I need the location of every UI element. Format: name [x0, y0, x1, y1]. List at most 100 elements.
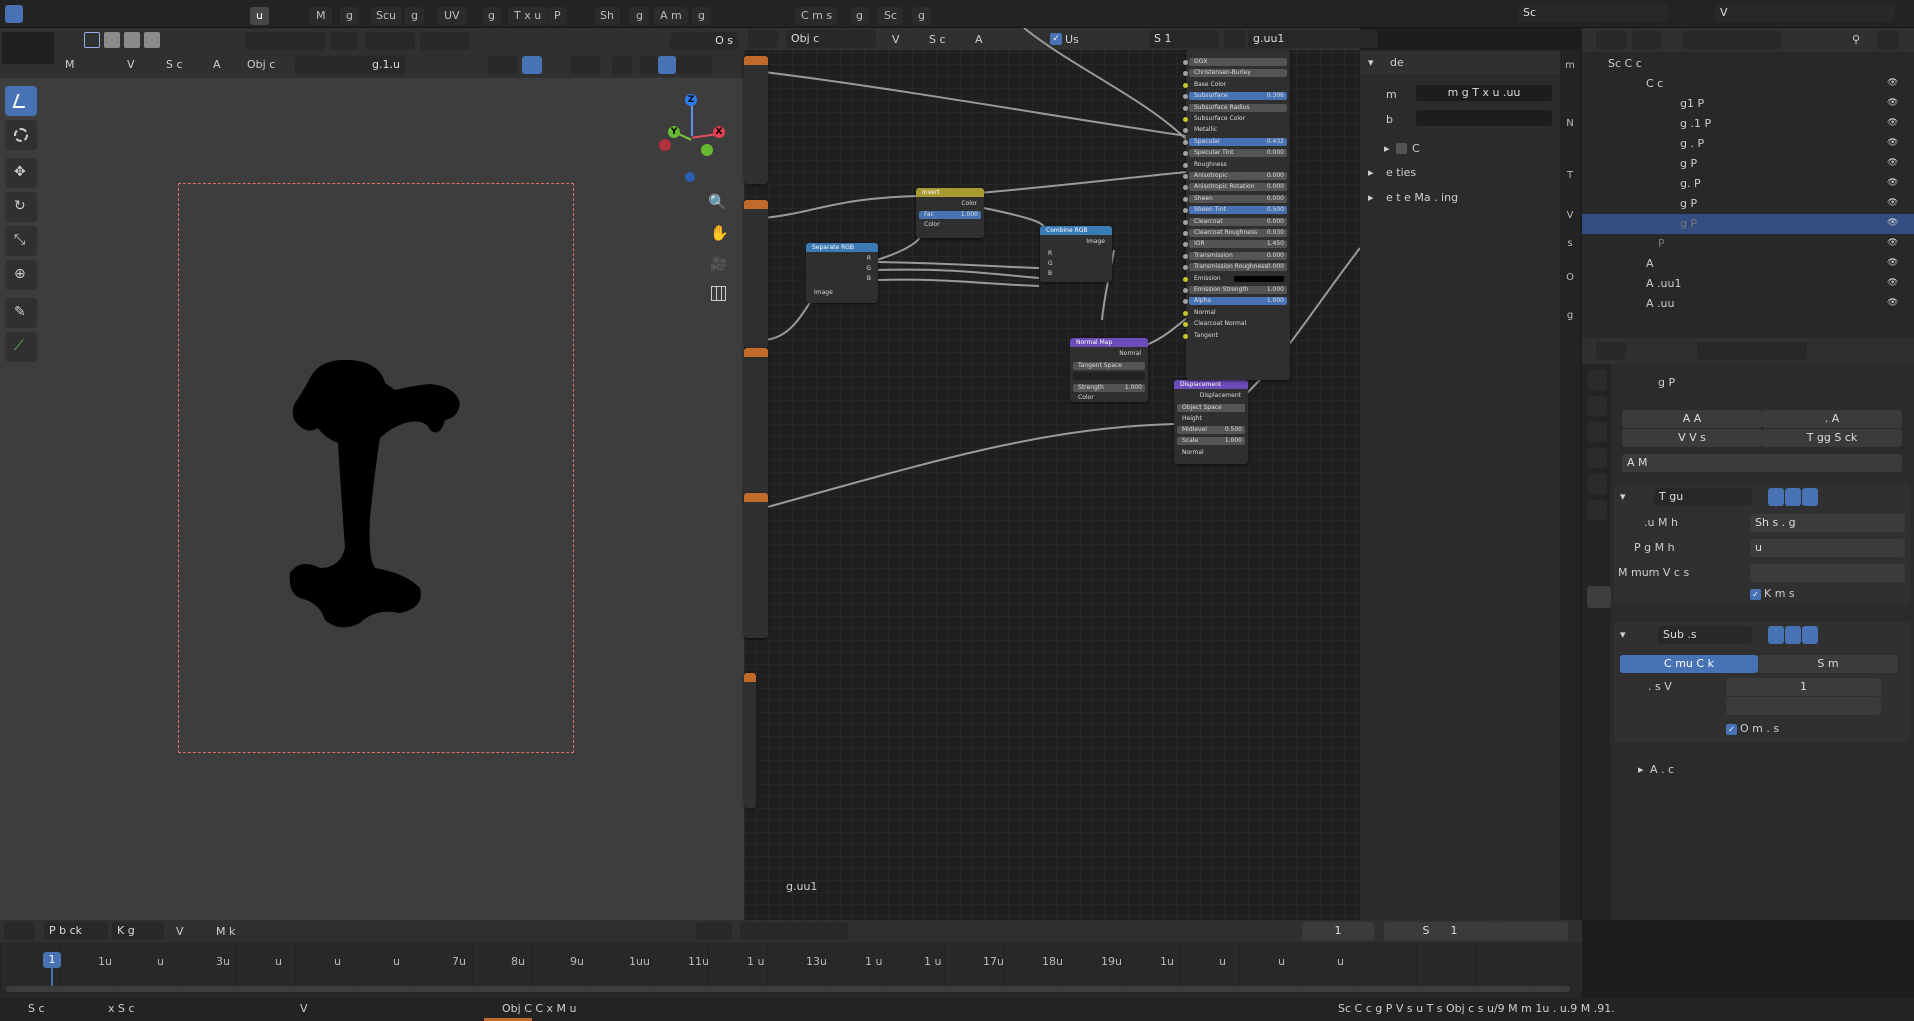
normal-map-space-dropdown[interactable]: Tangent Space [1073, 362, 1145, 370]
normal-map-node[interactable]: Normal Map Normal Tangent Space Strength… [1070, 338, 1148, 402]
timeline-scrollbar[interactable] [6, 986, 1570, 992]
socket-icon[interactable] [1183, 71, 1188, 77]
modifier-1-field-2[interactable]: u [1750, 539, 1905, 557]
socket-icon[interactable] [1183, 128, 1188, 134]
jump-end-button[interactable] [830, 922, 848, 940]
workspace-tab-4[interactable]: g [405, 7, 424, 25]
select-subtract-icon[interactable] [124, 32, 140, 48]
expand-arrow-icon[interactable]: ▸ [1384, 142, 1390, 155]
catmull-clark-tab[interactable]: C mu C k [1620, 655, 1758, 673]
workspace-tab-14[interactable]: g [850, 7, 869, 25]
modifier-2-name-field[interactable]: Sub .s [1658, 626, 1752, 644]
visibility-eye-icon[interactable]: 👁 [1887, 138, 1899, 148]
shading-solid[interactable] [658, 56, 676, 74]
socket-icon[interactable] [1183, 185, 1188, 191]
prev-key-button[interactable] [758, 922, 776, 940]
neg-y-axis-icon[interactable] [701, 144, 713, 156]
modifier-1-render-toggle[interactable] [1802, 488, 1818, 506]
modifier-1-field-3[interactable] [1750, 564, 1905, 582]
pan-hand-icon[interactable]: ✋ [710, 224, 729, 242]
levels-render-field[interactable] [1726, 697, 1881, 715]
viewport-menu-v[interactable]: V [127, 58, 135, 71]
shading-wire[interactable] [640, 56, 658, 74]
properties-arrow-icon[interactable]: ▸ [1368, 166, 1374, 179]
outliner-type-button[interactable] [1596, 31, 1626, 49]
neg-z-axis-icon[interactable] [685, 172, 695, 182]
visibility-eye-icon[interactable]: 👁 [1887, 178, 1899, 188]
snap-dropdown[interactable] [365, 32, 415, 50]
display-mode-dropdown[interactable] [1632, 31, 1662, 49]
playhead[interactable]: 1 [43, 952, 61, 968]
measure-tool[interactable]: ⟋ [5, 332, 37, 362]
timeline-marker-menu[interactable]: M k [216, 925, 235, 938]
principled-row-10[interactable]: Anisotropic 0.000 [1183, 172, 1287, 180]
principled-row-4[interactable]: Subsurface Radius [1183, 103, 1287, 112]
outliner-collection[interactable]: C c 👁 [1582, 74, 1914, 94]
workspace-tab-11[interactable]: A m [654, 7, 688, 25]
principled-row-0[interactable]: GGX [1183, 58, 1287, 66]
socket-icon[interactable] [1183, 208, 1188, 214]
properties-tab-5[interactable] [1587, 474, 1607, 494]
image-node-stub-3[interactable] [744, 348, 768, 503]
add-modifier-dropdown[interactable]: A M [1622, 454, 1902, 472]
modifier-2-render-toggle[interactable] [1802, 626, 1818, 644]
principled-row-7[interactable]: Specular 0.432 [1183, 137, 1287, 146]
play-button[interactable] [794, 922, 812, 940]
next-key-button[interactable] [812, 922, 830, 940]
apply-all-button[interactable]: A A [1622, 410, 1762, 428]
viewport-vis-button[interactable]: V V s [1622, 429, 1762, 447]
outliner-item-10[interactable]: A .uu 👁 [1582, 294, 1914, 314]
grid-icon[interactable] [711, 286, 726, 301]
properties-tab-4[interactable] [1587, 448, 1607, 468]
playback-dropdown[interactable]: P b ck [44, 922, 108, 940]
modifier-1-viewport-toggle[interactable] [1785, 488, 1801, 506]
color-checkbox[interactable] [1396, 143, 1407, 154]
workspace-tab-8[interactable]: P [548, 7, 567, 25]
principled-row-3[interactable]: Subsurface 0.306 [1183, 92, 1287, 101]
tab-o[interactable]: O [1562, 272, 1578, 283]
outliner-item-1[interactable]: g .1 P 👁 [1582, 114, 1914, 134]
modifier-1-name-field[interactable]: T gu [1654, 488, 1752, 506]
invert-node[interactable]: Invert Color Fac 1.000 Color [916, 188, 984, 238]
workspace-tab-6[interactable]: g [482, 7, 501, 25]
principled-row-14[interactable]: Clearcoat 0.000 [1183, 217, 1287, 226]
tab-n[interactable]: N [1562, 118, 1578, 129]
principled-row-8[interactable]: Specular Tint 0.000 [1183, 149, 1287, 158]
modifier-2-checkbox[interactable]: ✓ [1726, 724, 1737, 735]
move-tool[interactable]: ✥ [5, 158, 37, 188]
properties-tab-1[interactable] [1587, 370, 1607, 390]
modifier-1-editmode-toggle[interactable] [1768, 488, 1784, 506]
levels-viewport-field[interactable]: 1 [1726, 678, 1881, 696]
modifier-1-field-1[interactable]: Sh s . g [1750, 514, 1905, 532]
tab-m[interactable]: m [1562, 60, 1578, 71]
visibility-eye-icon[interactable]: 👁 [1887, 78, 1899, 88]
principled-row-21[interactable]: Alpha 1.000 [1183, 297, 1287, 306]
z-axis-icon[interactable]: Z [685, 94, 697, 106]
y-axis-icon[interactable]: Y [668, 126, 680, 138]
sidebar-name-field[interactable]: m g T x u .uu [1416, 85, 1552, 101]
visibility-eye-icon[interactable]: 👁 [1887, 238, 1899, 248]
modifier-2-collapse-icon[interactable]: ▾ [1620, 628, 1626, 641]
end-frame-field[interactable] [1496, 922, 1568, 940]
timeline-type-button[interactable] [4, 922, 34, 940]
play-reverse-button[interactable] [776, 922, 794, 940]
zoom-icon[interactable]: 🔍 [708, 193, 727, 211]
timeline-area[interactable]: P b ck K g V M k 1 S 1 1 [0, 920, 1582, 998]
viewport-area[interactable]: O s M V S c A Obj c g.1.u ✥ ↻ ⤡ ⊕ ✎ ⟋ Z … [0, 28, 744, 920]
principled-row-20[interactable]: Emission Strength 1.000 [1183, 286, 1287, 294]
workspace-tab-0[interactable]: u [250, 7, 269, 25]
blender-logo-icon[interactable] [5, 5, 23, 23]
x-axis-icon[interactable]: X [713, 126, 725, 138]
sidebar-label-field[interactable] [1416, 110, 1552, 126]
visibility-eye-icon[interactable]: 👁 [1887, 158, 1899, 168]
principled-row-1[interactable]: Christensen-Burley [1183, 69, 1287, 78]
image-node-stub-4[interactable] [744, 493, 768, 638]
xray-toggle[interactable] [612, 56, 632, 74]
workspace-tab-5[interactable]: UV [438, 7, 466, 25]
transform-orientation-dropdown[interactable] [245, 32, 325, 50]
new-collection-button[interactable] [1877, 31, 1899, 49]
normal-map-strength-field[interactable]: Strength 1.000 [1073, 384, 1145, 392]
displacement-space-dropdown[interactable]: Object Space [1177, 404, 1245, 412]
workspace-tab-7[interactable]: T x u [508, 7, 548, 25]
start-frame-field[interactable]: S 1 [1384, 922, 1496, 940]
